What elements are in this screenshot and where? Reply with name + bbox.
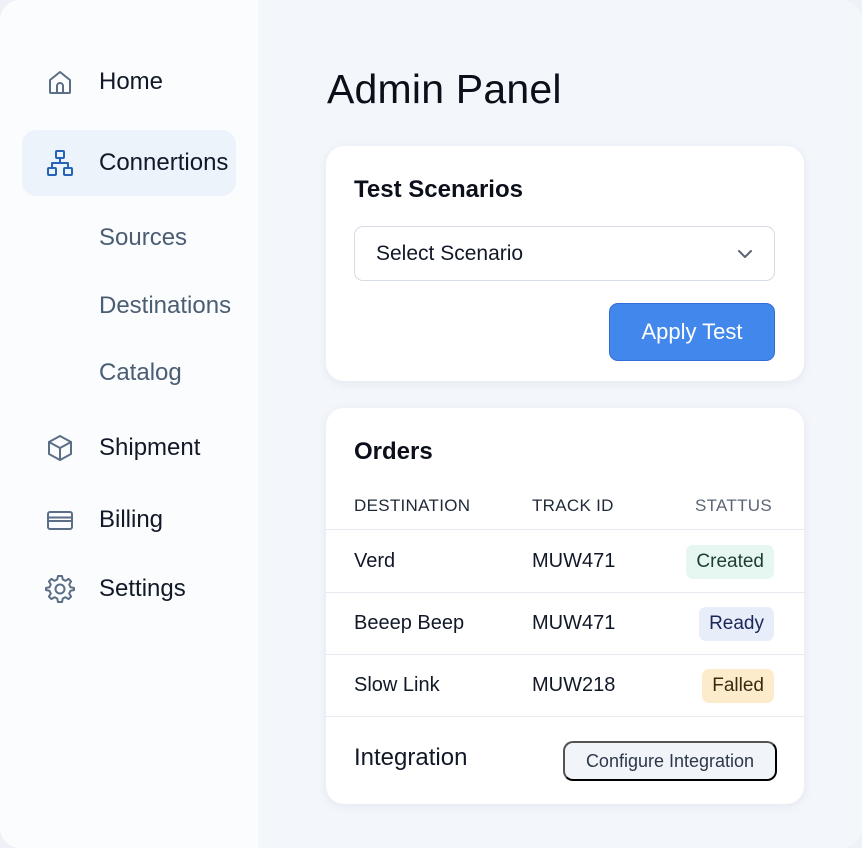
sidebar-item-shipment[interactable]: Shipment <box>22 415 236 481</box>
box-icon <box>44 432 76 464</box>
configure-integration-button[interactable]: Configure Integration <box>563 741 777 781</box>
cell-destination: Beeep Beep <box>354 612 465 634</box>
table-row[interactable]: Slow Link MUW218 Falled <box>326 655 804 717</box>
column-header-destination[interactable]: DESTINATION <box>354 496 470 516</box>
sidebar: Home Connertions Sources Destinations Ca… <box>0 0 258 848</box>
cell-track-id: MUW471 <box>532 612 616 634</box>
status-badge: Falled <box>702 669 774 703</box>
apply-test-button[interactable]: Apply Test <box>609 303 775 361</box>
network-icon <box>44 147 76 179</box>
table-row[interactable]: Verd MUW471 Created <box>326 531 804 593</box>
card-title: Orders <box>354 438 433 465</box>
cell-track-id: MUW471 <box>532 550 616 572</box>
integration-label: Integration <box>354 744 468 771</box>
sidebar-item-label: Settings <box>99 575 186 602</box>
test-scenarios-card: Test Scenarios Select Scenario Apply Tes… <box>326 146 804 381</box>
card-icon <box>44 504 76 536</box>
sidebar-item-home[interactable]: Home <box>22 49 236 115</box>
cell-track-id: MUW218 <box>532 674 616 696</box>
sidebar-item-label: Connertions <box>99 149 229 176</box>
gear-icon <box>44 573 76 605</box>
column-header-track-id[interactable]: TRACK ID <box>532 496 614 516</box>
status-badge: Created <box>686 545 774 579</box>
sidebar-item-billing[interactable]: Billing <box>22 487 236 553</box>
table-row[interactable]: Beeep Beep MUW471 Ready <box>326 593 804 655</box>
select-value: Select Scenario <box>376 241 524 265</box>
chevron-down-icon <box>738 250 752 258</box>
sidebar-subitem-catalog[interactable]: Catalog <box>99 359 182 387</box>
cell-destination: Slow Link <box>354 674 440 696</box>
sidebar-item-settings[interactable]: Settings <box>22 556 236 622</box>
sidebar-item-connections[interactable]: Connertions <box>22 130 236 196</box>
home-icon <box>44 66 76 98</box>
sidebar-item-label: Billing <box>99 506 164 533</box>
status-badge: Ready <box>699 607 774 641</box>
column-header-status[interactable]: STATTUS <box>695 496 772 516</box>
card-title: Test Scenarios <box>354 176 523 203</box>
orders-card: Orders DESTINATION TRACK ID STATTUS Verd… <box>326 408 804 804</box>
app-window: Home Connertions Sources Destinations Ca… <box>0 0 862 848</box>
table-header: DESTINATION TRACK ID STATTUS <box>326 494 804 530</box>
cell-destination: Verd <box>354 550 396 572</box>
scenario-select[interactable]: Select Scenario <box>354 226 775 281</box>
sidebar-subitem-sources[interactable]: Sources <box>99 224 187 252</box>
sidebar-item-label: Shipment <box>99 434 201 461</box>
sidebar-subitem-destinations[interactable]: Destinations <box>99 292 231 320</box>
page-title: Admin Panel <box>327 66 562 112</box>
sidebar-item-label: Home <box>99 68 164 95</box>
